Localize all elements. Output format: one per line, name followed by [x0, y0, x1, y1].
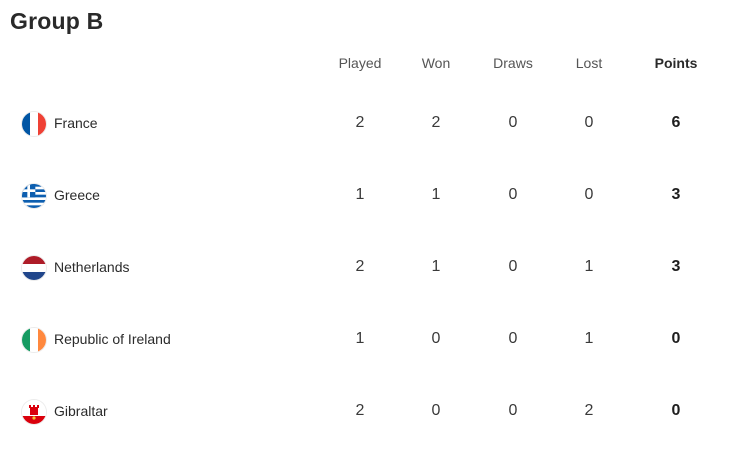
column-header-points: Points: [654, 55, 698, 71]
won-value: 2: [431, 114, 441, 131]
column-header-lost: Lost: [575, 55, 603, 71]
draws-value: 0: [508, 258, 518, 275]
played-value: 2: [355, 258, 365, 275]
points-value: 6: [671, 114, 681, 131]
team-name[interactable]: Netherlands: [54, 259, 130, 275]
team-name[interactable]: Gibraltar: [54, 403, 108, 419]
draws-value: 0: [508, 186, 518, 203]
played-value: 1: [355, 330, 365, 347]
lost-value: 1: [584, 258, 594, 275]
draws-value: 0: [508, 402, 518, 419]
team-name[interactable]: Republic of Ireland: [54, 331, 171, 347]
won-value: 1: [431, 186, 441, 203]
lost-value: 0: [584, 114, 594, 131]
won-value: 0: [431, 330, 441, 347]
column-header-played: Played: [338, 55, 382, 71]
ireland-flag-icon: [22, 328, 46, 352]
draws-value: 0: [508, 114, 518, 131]
lost-value: 0: [584, 186, 594, 203]
team-name[interactable]: Greece: [54, 187, 100, 203]
standings-row-france[interactable]: France 2 2 0 0 6: [0, 104, 734, 144]
netherlands-flag-icon: [22, 256, 46, 280]
column-header-won: Won: [421, 55, 451, 71]
standings-row-gibraltar[interactable]: Gibraltar 2 0 0 2 0: [0, 392, 734, 432]
group-title: Group B: [10, 8, 104, 34]
standings-row-ireland[interactable]: Republic of Ireland 1 0 0 1 0: [0, 320, 734, 360]
points-value: 0: [671, 330, 681, 347]
draws-value: 0: [508, 330, 518, 347]
points-value: 3: [671, 186, 681, 203]
played-value: 1: [355, 186, 365, 203]
won-value: 0: [431, 402, 441, 419]
points-value: 3: [671, 258, 681, 275]
lost-value: 2: [584, 402, 594, 419]
standings-row-greece[interactable]: Greece 1 1 0 0 3: [0, 176, 734, 216]
played-value: 2: [355, 402, 365, 419]
points-value: 0: [671, 402, 681, 419]
gibraltar-flag-icon: [22, 400, 46, 424]
won-value: 1: [431, 258, 441, 275]
team-name[interactable]: France: [54, 115, 98, 131]
standings-row-netherlands[interactable]: Netherlands 2 1 0 1 3: [0, 248, 734, 288]
greece-flag-icon: [22, 184, 46, 208]
france-flag-icon: [22, 112, 46, 136]
column-header-draws: Draws: [493, 55, 533, 71]
played-value: 2: [355, 114, 365, 131]
lost-value: 1: [584, 330, 594, 347]
